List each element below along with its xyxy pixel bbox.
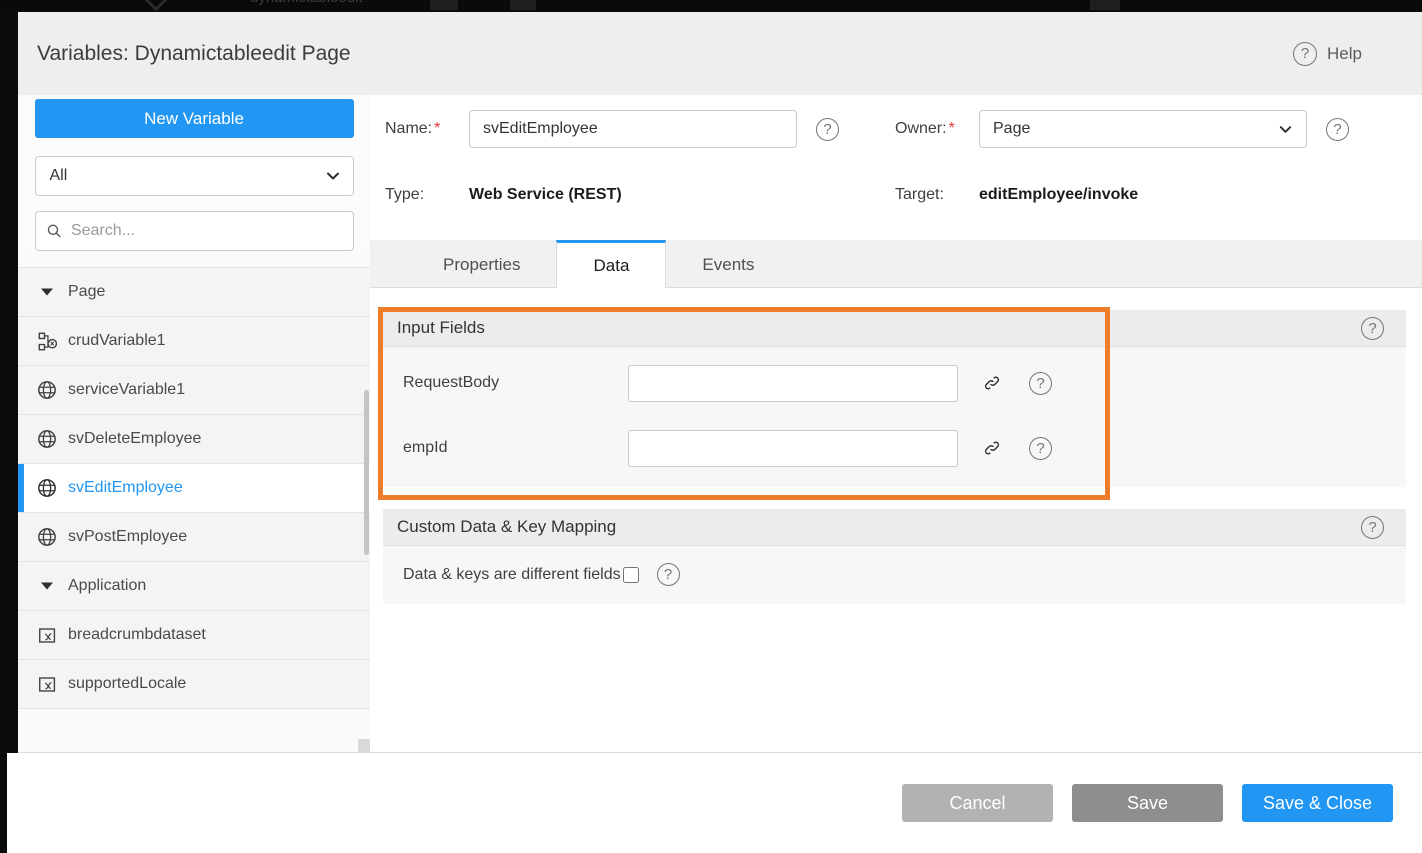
variable-filter-value: All	[50, 167, 68, 185]
variables-sidebar: New Variable All Page	[18, 95, 370, 752]
input-fields-section: Input Fields ? RequestBody ?	[383, 310, 1406, 487]
help-button[interactable]: ? Help	[1293, 42, 1362, 66]
target-value: editEmployee/invoke	[979, 186, 1138, 204]
requestbody-field-row: RequestBody ?	[383, 364, 1406, 402]
different-fields-row: Data & keys are different fields ?	[383, 546, 1406, 604]
web-service-icon	[37, 527, 57, 547]
different-fields-label: Data & keys are different fields	[403, 566, 621, 584]
owner-label: Owner:*	[895, 120, 979, 138]
chevron-down-icon	[1278, 122, 1293, 137]
requestbody-label: RequestBody	[383, 374, 628, 392]
different-fields-help-icon[interactable]: ?	[657, 563, 680, 586]
triangle-down-icon	[37, 282, 57, 302]
tab-properties[interactable]: Properties	[407, 240, 556, 287]
tab-events[interactable]: Events	[666, 240, 790, 287]
tab-data[interactable]: Data	[556, 240, 666, 288]
sidebar-item-label: serviceVariable1	[68, 381, 185, 399]
sidebar-item-sveditemployee[interactable]: svEditEmployee	[18, 464, 370, 513]
sidebar-group-label: Application	[68, 577, 146, 595]
project-name-label: dynamictableedit	[250, 0, 363, 6]
different-fields-checkbox[interactable]	[623, 567, 639, 583]
toolbar-icon	[430, 0, 458, 10]
sidebar-scrollbar-corner	[358, 739, 370, 752]
requestbody-help-icon[interactable]: ?	[1029, 372, 1052, 395]
dialog-header: Variables: Dynamictableedit Page ? Help	[18, 12, 1422, 95]
sidebar-group-label: Page	[68, 283, 105, 301]
sidebar-group-application[interactable]: Application	[18, 562, 370, 611]
sidebar-item-servicevariable1[interactable]: serviceVariable1	[18, 366, 370, 415]
search-input[interactable]	[71, 222, 343, 240]
input-fields-help-icon[interactable]: ?	[1361, 317, 1384, 340]
new-variable-button[interactable]: New Variable	[35, 99, 354, 138]
bind-link-icon[interactable]	[981, 437, 1003, 459]
type-value: Web Service (REST)	[469, 186, 622, 204]
custom-mapping-title: Custom Data & Key Mapping	[397, 517, 616, 537]
help-label: Help	[1327, 44, 1362, 64]
chevron-down-icon	[145, 0, 168, 11]
required-marker: *	[434, 120, 440, 137]
cancel-button[interactable]: Cancel	[902, 784, 1053, 822]
custom-data-key-mapping-section: Custom Data & Key Mapping ? Data & keys …	[383, 509, 1406, 604]
sidebar-item-label: svEditEmployee	[68, 479, 183, 497]
required-marker: *	[949, 120, 955, 137]
sidebar-item-breadcrumbdataset[interactable]: breadcrumbdataset	[18, 611, 370, 660]
variable-form: Name:* ? Type: Web Service (REST) Owner:…	[370, 95, 1422, 240]
sidebar-item-label: svPostEmployee	[68, 528, 187, 546]
name-field[interactable]	[469, 110, 797, 148]
toolbar-icon	[1090, 0, 1120, 10]
owner-select[interactable]: Page	[979, 110, 1307, 148]
sidebar-item-crudvariable1[interactable]: crudVariable1	[18, 317, 370, 366]
crud-variable-icon	[37, 331, 57, 351]
sidebar-item-label: crudVariable1	[68, 332, 166, 350]
owner-help-icon[interactable]: ?	[1326, 118, 1349, 141]
search-icon	[46, 222, 62, 240]
variable-filter-select[interactable]: All	[35, 156, 354, 196]
save-button[interactable]: Save	[1072, 784, 1223, 822]
bind-link-icon[interactable]	[981, 372, 1003, 394]
sidebar-item-label: svDeleteEmployee	[68, 430, 201, 448]
empid-input[interactable]	[628, 430, 958, 467]
sidebar-controls: New Variable All	[18, 95, 370, 251]
sidebar-item-label: breadcrumbdataset	[68, 626, 206, 644]
variables-dialog: Variables: Dynamictableedit Page ? Help …	[18, 12, 1422, 853]
modal-footer-edge	[7, 753, 18, 853]
variables-list: Page crudVariable1 serviceVariable1	[18, 267, 370, 709]
static-variable-icon	[37, 674, 57, 694]
dialog-title: Variables: Dynamictableedit Page	[37, 42, 351, 66]
custom-mapping-help-icon[interactable]: ?	[1361, 516, 1384, 539]
sidebar-item-svpostemployee[interactable]: svPostEmployee	[18, 513, 370, 562]
variable-detail-panel: Name:* ? Type: Web Service (REST) Owner:…	[370, 95, 1422, 752]
target-label: Target:	[895, 186, 979, 204]
sidebar-item-svdeleteemployee[interactable]: svDeleteEmployee	[18, 415, 370, 464]
name-label: Name:*	[385, 120, 469, 138]
type-label: Type:	[385, 186, 469, 204]
owner-value: Page	[993, 120, 1030, 138]
sidebar-scrollbar-thumb[interactable]	[364, 390, 369, 555]
web-service-icon	[37, 429, 57, 449]
empid-help-icon[interactable]: ?	[1029, 437, 1052, 460]
web-service-icon	[37, 380, 57, 400]
toolbar-icon	[510, 0, 536, 10]
triangle-down-icon	[37, 576, 57, 596]
data-tab-content: Input Fields ? RequestBody ?	[370, 288, 1422, 752]
dialog-footer: Cancel Save Save & Close	[18, 753, 1422, 853]
chevron-down-icon	[325, 168, 341, 184]
empid-label: empId	[383, 439, 628, 457]
detail-tabs: Properties Data Events	[370, 240, 1422, 288]
empid-field-row: empId ?	[383, 429, 1406, 467]
help-icon: ?	[1293, 42, 1317, 66]
name-help-icon[interactable]: ?	[816, 118, 839, 141]
sidebar-item-label: supportedLocale	[68, 675, 186, 693]
background-editor-toolbar: dynamictableedit	[0, 0, 1422, 12]
sidebar-group-page[interactable]: Page	[18, 268, 370, 317]
variable-search-box	[35, 211, 354, 251]
save-close-button[interactable]: Save & Close	[1242, 784, 1393, 822]
static-variable-icon	[37, 625, 57, 645]
requestbody-input[interactable]	[628, 365, 958, 402]
sidebar-item-supportedlocale[interactable]: supportedLocale	[18, 660, 370, 709]
web-service-icon	[37, 478, 57, 498]
input-fields-title: Input Fields	[397, 318, 485, 338]
